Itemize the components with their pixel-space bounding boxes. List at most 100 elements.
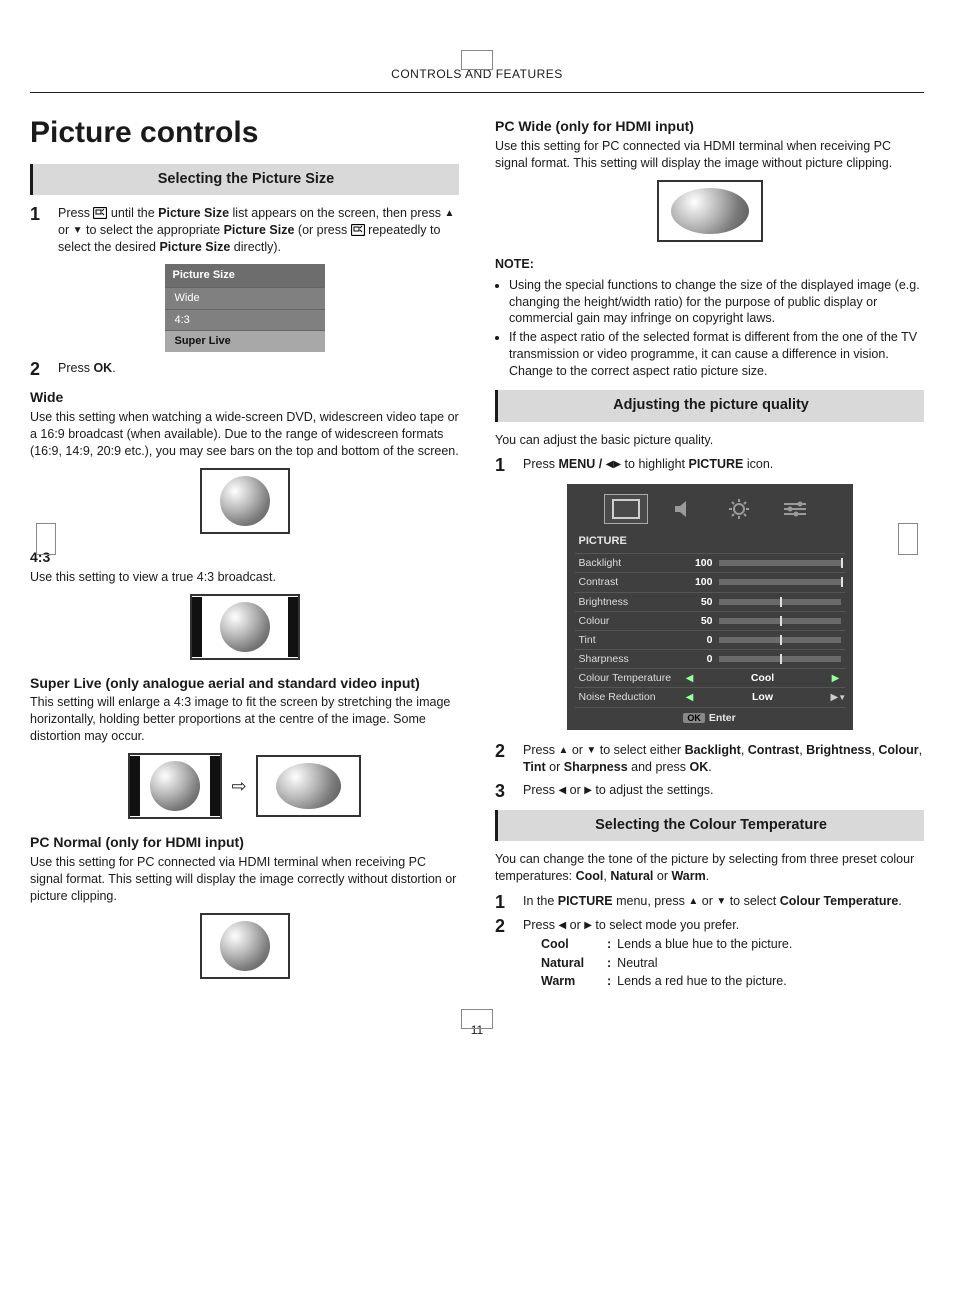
osd-psize-header: Picture Size — [165, 264, 325, 287]
step-text: Press MENU / ◀▶ to highlight PICTURE ico… — [523, 456, 924, 474]
osd-tab-preference-icon — [774, 495, 816, 523]
sphere-icon — [276, 763, 341, 809]
sphere-icon — [671, 188, 749, 234]
section-selecting-picture-size: Selecting the Picture Size — [30, 164, 459, 196]
osd-ok-key-icon: OK — [683, 713, 705, 723]
right-column: PC Wide (only for HDMI input) Use this s… — [495, 107, 924, 998]
right-arrow-icon: ▶ — [584, 920, 592, 931]
left-arrow-icon: ◀ — [685, 672, 695, 686]
para-pc-normal: Use this setting for PC connected via HD… — [30, 854, 459, 905]
step-text: In the PICTURE menu, press ▲ or ▼ to sel… — [523, 893, 924, 911]
crop-mark-top — [461, 50, 493, 70]
note-heading: NOTE: — [495, 256, 924, 273]
left-arrow-icon: ◀ — [558, 920, 566, 931]
osd-tab-sound-icon — [662, 495, 704, 523]
osd-row-brightness: Brightness 50 — [575, 592, 845, 611]
osd-psize-item: 4:3 — [165, 309, 325, 331]
para-wide: Use this setting when watching a wide-sc… — [30, 409, 459, 460]
aspect-illustration — [190, 594, 300, 660]
aspect-illustration — [256, 755, 361, 817]
step-text: Press ◀ or ▶ to adjust the settings. — [523, 782, 924, 800]
aspect-illustration — [200, 913, 290, 979]
figure-pc-normal — [30, 913, 459, 979]
up-arrow-icon: ▲ — [444, 208, 454, 219]
manual-page: CONTROLS AND FEATURES Picture controls S… — [30, 40, 924, 1039]
osd-picture-size-menu: Picture Size Wide 4:3 Super Live — [165, 264, 325, 352]
ct-step-1: 1 In the PICTURE menu, press ▲ or ▼ to s… — [495, 893, 924, 911]
two-column-layout: Picture controls Selecting the Picture S… — [30, 107, 924, 998]
picture-size-button-icon — [93, 207, 107, 219]
aspect-illustration — [657, 180, 763, 242]
heading-pc-normal: PC Normal (only for HDMI input) — [30, 833, 459, 852]
heading-wide: Wide — [30, 388, 459, 407]
pillarbox-icon — [130, 756, 140, 816]
pillarbox-icon — [192, 597, 202, 657]
figure-pc-wide — [495, 180, 924, 242]
osd-picture-menu: PICTURE Backlight 100 Contrast 100 Brigh… — [567, 484, 853, 729]
adjust-intro: You can adjust the basic picture quality… — [495, 432, 924, 449]
osd-footer: OKEnter — [575, 707, 845, 726]
up-arrow-icon: ▲ — [558, 745, 568, 756]
psize-step-1: 1 Press until the Picture Size list appe… — [30, 205, 459, 256]
ct-def-natural: Natural:Neutral — [541, 955, 924, 972]
osd-row-tint: Tint 0 — [575, 630, 845, 649]
step-number: 1 — [495, 893, 513, 911]
section-adjusting-picture-quality: Adjusting the picture quality — [495, 390, 924, 422]
osd-row-colour-temperature: Colour Temperature ◀ Cool ▶ — [575, 668, 845, 687]
figure-4-3 — [30, 594, 459, 660]
heading-4-3: 4:3 — [30, 548, 459, 567]
ct-def-cool: Cool:Lends a blue hue to the picture. — [541, 936, 924, 953]
osd-psize-item: Wide — [165, 287, 325, 309]
step-number: 2 — [30, 360, 48, 378]
psize-step-2: 2 Press OK. — [30, 360, 459, 378]
ct-intro: You can change the tone of the picture b… — [495, 851, 924, 885]
left-column: Picture controls Selecting the Picture S… — [30, 107, 459, 998]
down-arrow-icon: ▼ — [586, 745, 596, 756]
crop-mark-left — [36, 523, 56, 555]
step-number: 2 — [495, 917, 513, 993]
picture-size-button-icon — [351, 224, 365, 236]
para-super-live: This setting will enlarge a 4:3 image to… — [30, 694, 459, 745]
heading-super-live: Super Live (only analogue aerial and sta… — [30, 674, 459, 693]
page-title: Picture controls — [30, 113, 459, 154]
aspect-illustration — [200, 468, 290, 534]
osd-picture-label: PICTURE — [575, 532, 845, 553]
ct-step-2: 2 Press ◀ or ▶ to select mode you prefer… — [495, 917, 924, 993]
header-rule — [30, 92, 924, 93]
heading-pc-wide: PC Wide (only for HDMI input) — [495, 117, 924, 136]
sphere-icon — [220, 921, 270, 971]
crop-mark-bottom — [461, 1009, 493, 1029]
section-colour-temperature: Selecting the Colour Temperature — [495, 810, 924, 842]
adjust-step-1: 1 Press MENU / ◀▶ to highlight PICTURE i… — [495, 456, 924, 474]
osd-row-sharpness: Sharpness 0 — [575, 649, 845, 668]
right-arrow-icon: ▶ — [584, 785, 592, 796]
osd-tabs — [575, 490, 845, 532]
note-list: Using the special functions to change th… — [509, 277, 924, 380]
figure-super-live: ⇨ — [30, 753, 459, 819]
left-arrow-icon: ◀ — [558, 785, 566, 796]
ct-def-warm: Warm:Lends a red hue to the picture. — [541, 973, 924, 990]
osd-tab-setup-icon — [718, 495, 760, 523]
adjust-step-3: 3 Press ◀ or ▶ to adjust the settings. — [495, 782, 924, 800]
step-number: 1 — [30, 205, 48, 256]
aspect-illustration — [128, 753, 222, 819]
osd-row-contrast: Contrast 100 — [575, 572, 845, 591]
left-arrow-icon: ◀ — [685, 691, 695, 705]
down-arrow-icon: ▼ — [716, 896, 726, 907]
figure-wide — [30, 468, 459, 534]
adjust-step-2: 2 Press ▲ or ▼ to select either Backligh… — [495, 742, 924, 776]
step-number: 1 — [495, 456, 513, 474]
up-arrow-icon: ▲ — [688, 896, 698, 907]
pillarbox-icon — [210, 756, 220, 816]
osd-row-noise-reduction: Noise Reduction ◀ Low ▶▼ — [575, 687, 845, 706]
para-4-3: Use this setting to view a true 4:3 broa… — [30, 569, 459, 586]
pillarbox-icon — [288, 597, 298, 657]
sphere-icon — [220, 476, 270, 526]
osd-row-colour: Colour 50 — [575, 611, 845, 630]
right-arrow-icon: ▶ — [831, 672, 841, 686]
right-arrow-icon: ▶▼ — [831, 691, 841, 705]
sphere-icon — [150, 761, 200, 811]
osd-tab-picture-icon — [604, 494, 648, 524]
step-text: Press ▲ or ▼ to select either Backlight,… — [523, 742, 924, 776]
right-arrow-icon: ▶ — [613, 459, 621, 470]
